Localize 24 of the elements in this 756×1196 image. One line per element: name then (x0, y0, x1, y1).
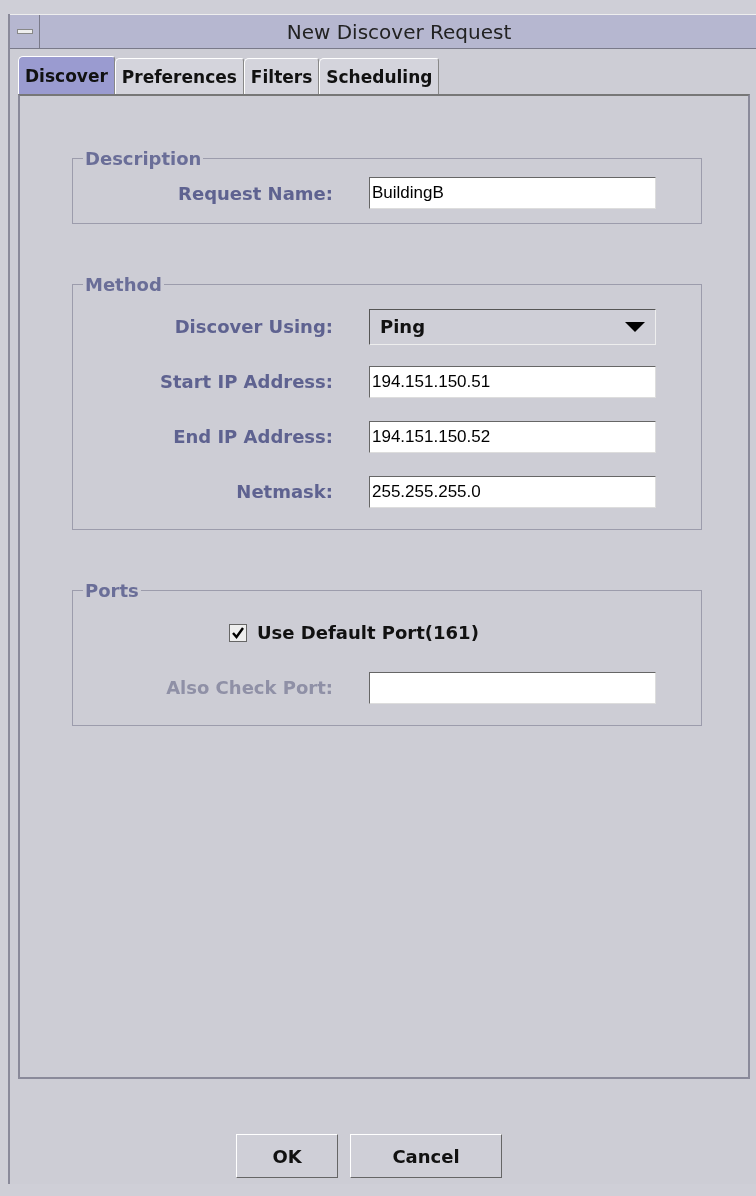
caret-icon (625, 321, 645, 332)
field-label: Netmask: (235, 481, 334, 502)
field-label: Discover Using: (173, 316, 334, 337)
field-label: End IP Address: (172, 426, 334, 447)
field-label: Start IP Address: (158, 371, 334, 392)
tab[interactable]: Discover (18, 56, 115, 94)
group-title: Method (84, 274, 163, 295)
input-field[interactable]: 194.151.150.52 (369, 420, 656, 453)
input-field[interactable]: BuildingB (369, 177, 656, 209)
group-title: Description (84, 148, 203, 169)
group-title: Ports (84, 580, 140, 601)
tab[interactable]: Filters (243, 58, 320, 94)
tab[interactable]: Scheduling (319, 58, 440, 94)
dialog-button[interactable]: Cancel (350, 1134, 502, 1178)
dropdown[interactable]: Ping (369, 308, 656, 345)
field-label: Also Check Port: (165, 677, 334, 698)
tab[interactable]: Preferences (114, 58, 244, 94)
checkbox[interactable] (229, 623, 247, 642)
dialog-button[interactable]: OK (236, 1134, 338, 1178)
checkbox-label: Use Default Port(161) (257, 622, 479, 643)
window-title: New Discover Request (285, 19, 513, 44)
field-label: Request Name: (177, 182, 334, 204)
input-field[interactable]: 255.255.255.0 (369, 475, 656, 508)
input-field[interactable]: 194.151.150.51 (369, 365, 656, 398)
